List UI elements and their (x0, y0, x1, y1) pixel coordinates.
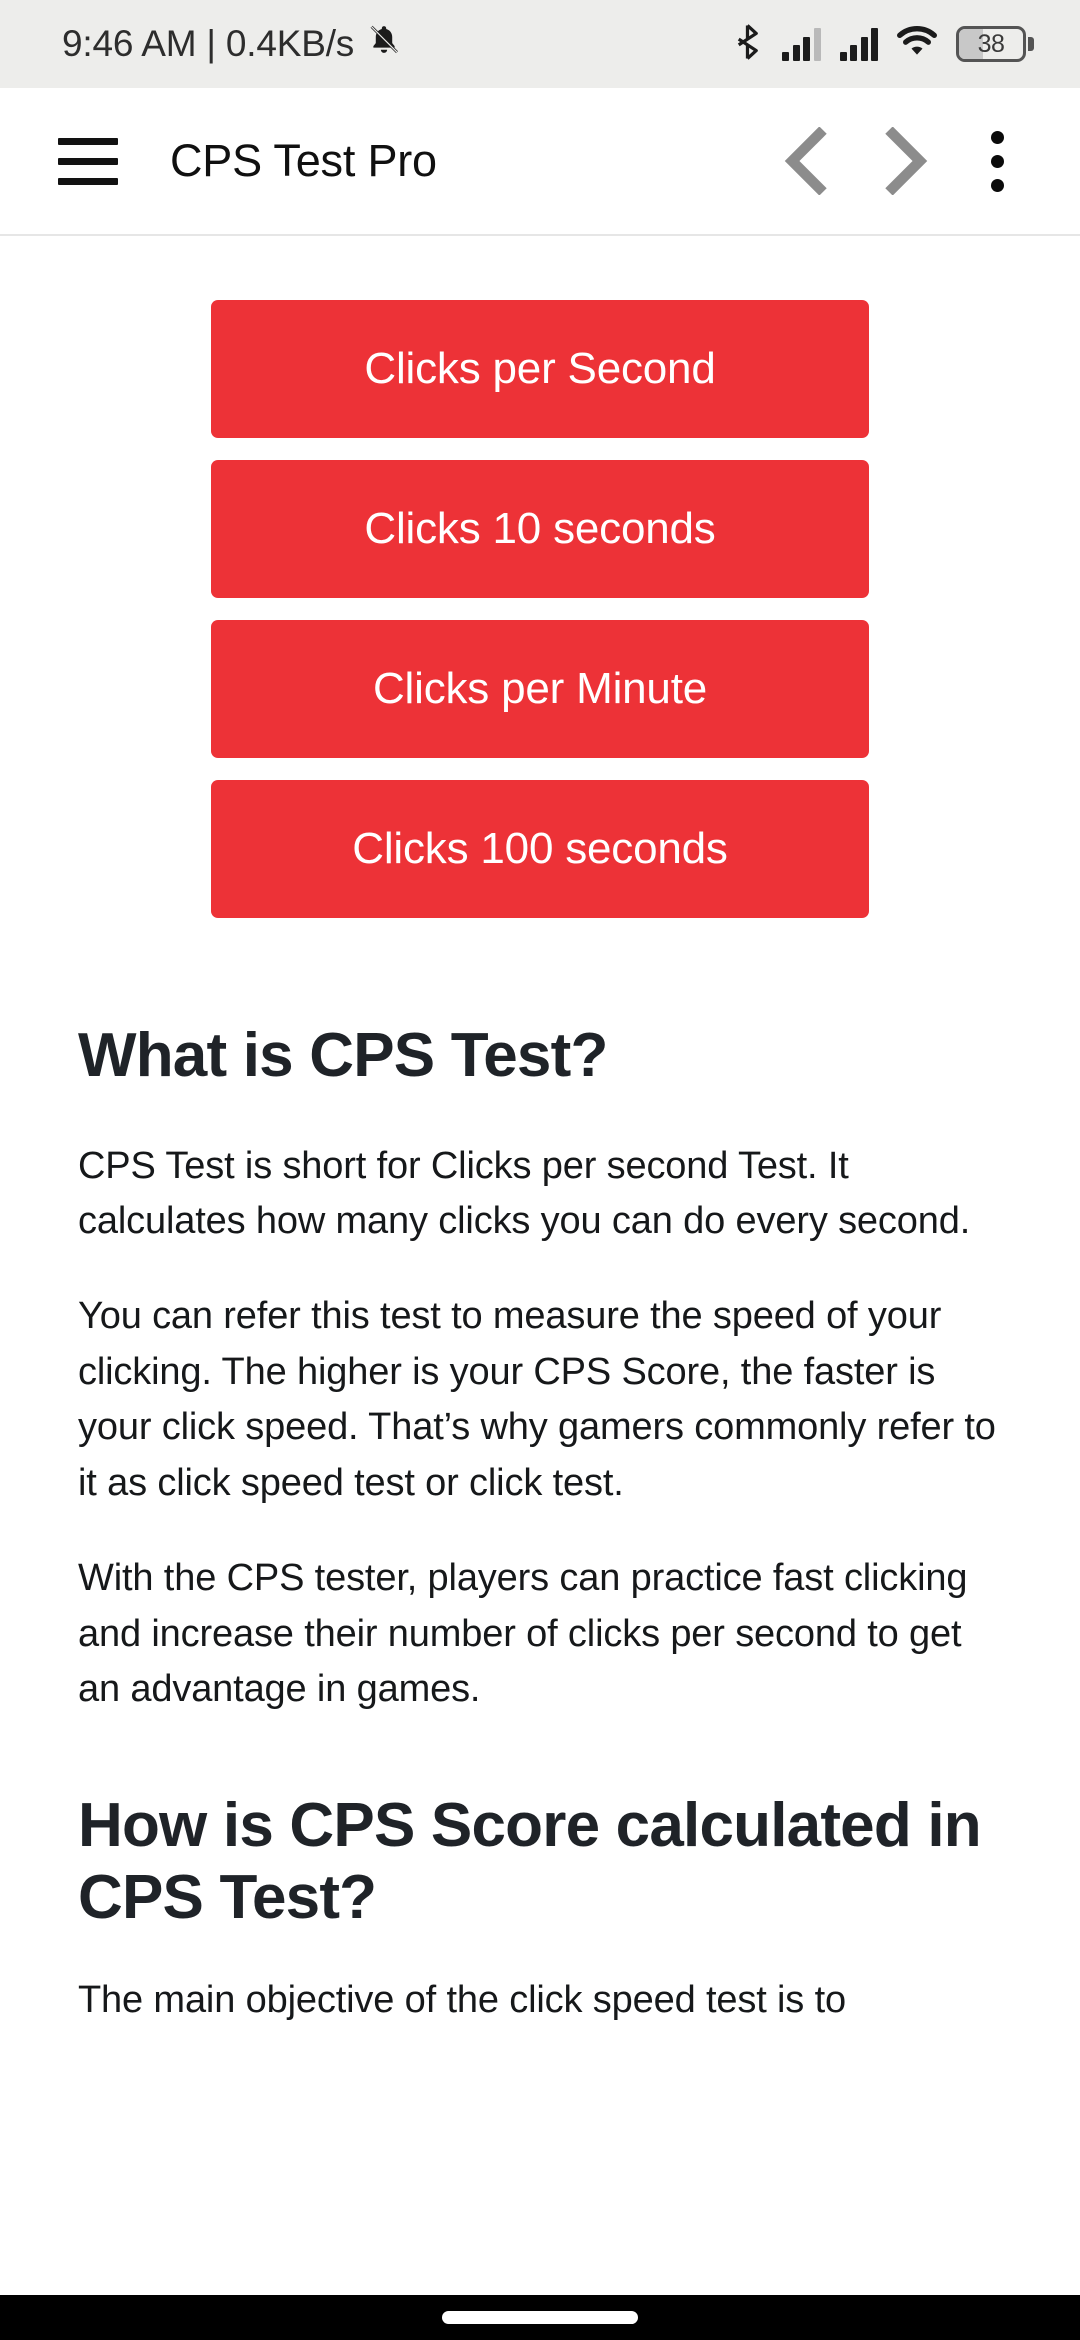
clicks-100-seconds-button[interactable]: Clicks 100 seconds (211, 780, 869, 918)
chevron-right-icon[interactable] (856, 113, 952, 209)
battery-icon: 38 (956, 26, 1026, 62)
battery-terminal (1028, 37, 1034, 51)
hamburger-menu-icon[interactable] (52, 125, 124, 197)
bluetooth-icon (735, 23, 763, 66)
status-bar-left: 9:46 AM | 0.4KB/s (62, 23, 401, 66)
battery-indicator: 38 (956, 26, 1034, 62)
section-heading-what-is-cps-test: What is CPS Test? (78, 1021, 608, 1090)
bell-mute-icon (367, 23, 401, 66)
gesture-home-pill[interactable] (442, 2311, 638, 2324)
more-vertical-icon[interactable] (958, 113, 1036, 209)
status-clock-and-network-speed: 9:46 AM | 0.4KB/s (62, 23, 355, 64)
paragraph-cps-score-speed: You can refer this test to measure the s… (78, 1295, 996, 1504)
hamburger-line (58, 157, 118, 165)
section-heading-how-is-cps-score-calculated: How is CPS Score calculated in CPS Test? (78, 1790, 982, 1933)
chevron-left-icon[interactable] (760, 113, 856, 209)
overflow-dot (990, 130, 1004, 144)
cellular-signal-icon-sim1 (782, 27, 821, 61)
battery-percent-label: 38 (977, 29, 1005, 58)
status-bar: 9:46 AM | 0.4KB/s 38 (0, 0, 1080, 88)
test-mode-button-stack: Clicks per Second Clicks 10 seconds Clic… (0, 236, 1080, 918)
overflow-dot (990, 154, 1004, 168)
system-navigation-bar (0, 2295, 1080, 2340)
web-content: Clicks per Second Clicks 10 seconds Clic… (0, 236, 1080, 2295)
paragraph-cps-definition: CPS Test is short for Clicks per second … (78, 1144, 971, 1242)
status-bar-right: 38 (735, 23, 1034, 66)
hamburger-line (58, 137, 118, 145)
clicks-per-second-button[interactable]: Clicks per Second (211, 300, 869, 438)
app-bar: CPS Test Pro (0, 88, 1080, 236)
clicks-per-minute-button[interactable]: Clicks per Minute (211, 620, 869, 758)
paragraph-cps-tester-practice: With the CPS tester, players can practic… (78, 1557, 968, 1711)
phone-screen: 9:46 AM | 0.4KB/s 38 CPS Test Pro Clicks… (0, 0, 1080, 2340)
cellular-signal-icon-sim2 (839, 27, 878, 61)
paragraph-main-objective: The main objective of the click speed te… (78, 1978, 846, 2021)
article-body: What is CPS Test? CPS Test is short for … (0, 1020, 1080, 2028)
hamburger-line (58, 177, 118, 185)
wifi-icon (897, 25, 937, 64)
app-title: CPS Test Pro (170, 135, 437, 186)
app-bar-actions (760, 113, 1036, 209)
clicks-10-seconds-button[interactable]: Clicks 10 seconds (211, 460, 869, 598)
overflow-dot (990, 178, 1004, 192)
